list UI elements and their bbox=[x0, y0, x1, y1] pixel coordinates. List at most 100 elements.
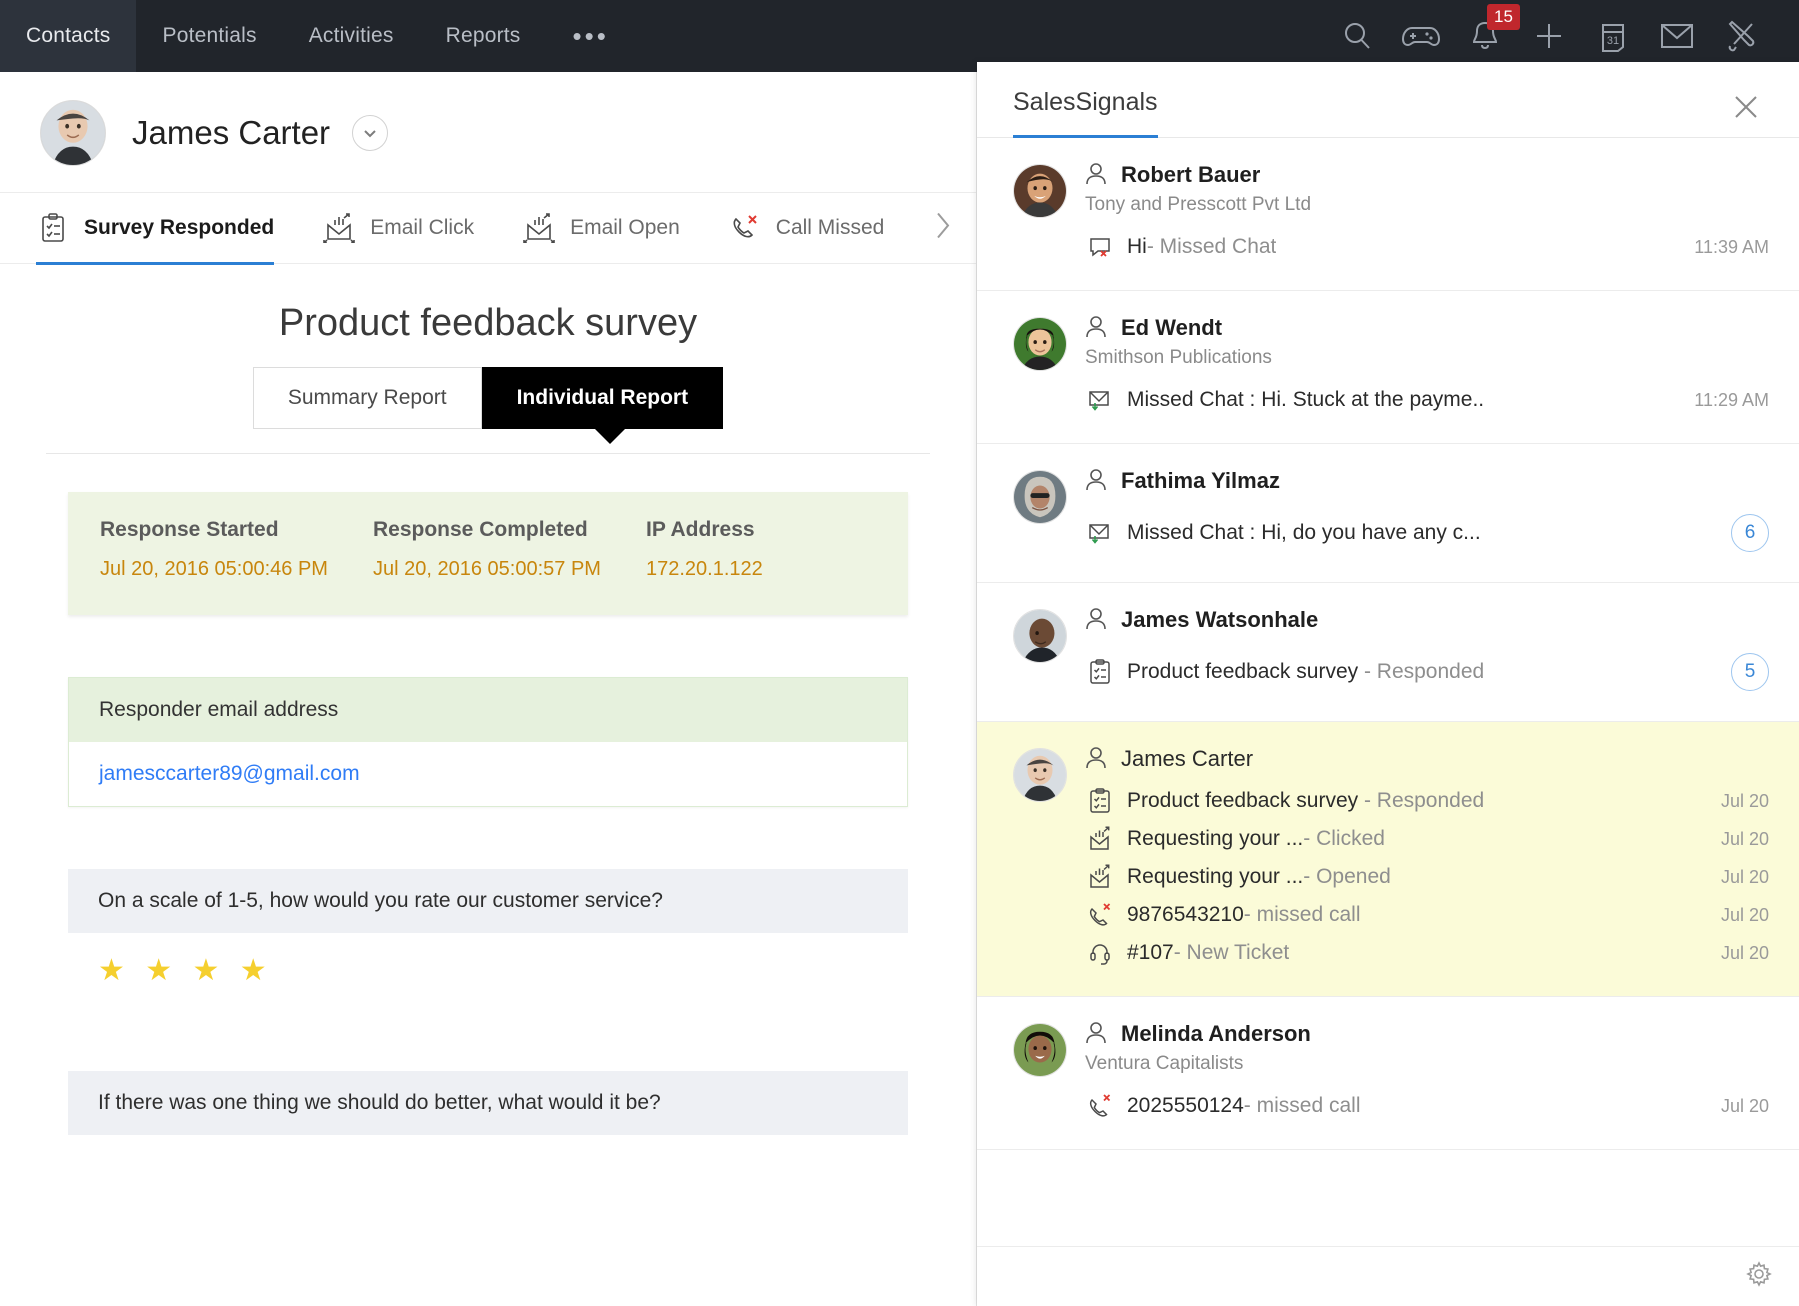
panel-title: SalesSignals bbox=[1013, 88, 1158, 138]
nav-item-contacts[interactable]: Contacts bbox=[0, 0, 136, 72]
email-in-icon bbox=[1085, 520, 1115, 546]
signal-body: Fathima Yilmaz Missed Chat : Hi, do you … bbox=[1085, 468, 1769, 558]
tab-label: Email Open bbox=[570, 216, 680, 240]
signal-line-right: Jul 20 bbox=[1703, 829, 1769, 850]
selected-tab-caret bbox=[594, 428, 626, 444]
avatar bbox=[1013, 164, 1067, 218]
signal-list: Robert Bauer Tony and Presscott Pvt Ltd … bbox=[977, 138, 1799, 1150]
signal-line-text: Product feedback survey - Responded bbox=[1127, 660, 1484, 684]
signal-time: Jul 20 bbox=[1721, 1096, 1769, 1117]
tab-email-click[interactable]: Email Click bbox=[322, 192, 474, 264]
signal-line[interactable]: Missed Chat : Hi, do you have any c... 6 bbox=[1085, 508, 1769, 558]
signal-time: 11:39 AM bbox=[1694, 237, 1769, 258]
signal-line[interactable]: #107- New Ticket Jul 20 bbox=[1085, 934, 1769, 972]
signal-line-suffix: - Responded bbox=[1358, 660, 1484, 683]
question-answer: jamesccarter89@gmail.com bbox=[69, 742, 907, 806]
list-item[interactable]: Melinda Anderson Ventura Capitalists 202… bbox=[977, 997, 1799, 1150]
call-missed-icon bbox=[728, 212, 762, 244]
signal-line[interactable]: Product feedback survey - Responded Jul … bbox=[1085, 782, 1769, 820]
question-answer: ★ ★ ★ ★ bbox=[68, 933, 908, 1009]
signal-line[interactable]: 9876543210- missed call Jul 20 bbox=[1085, 896, 1769, 934]
signal-line-main: 2025550124 bbox=[1127, 1094, 1244, 1117]
signal-time: Jul 20 bbox=[1721, 943, 1769, 964]
signal-line[interactable]: 2025550124- missed call Jul 20 bbox=[1085, 1087, 1769, 1125]
list-item[interactable]: Fathima Yilmaz Missed Chat : Hi, do you … bbox=[977, 444, 1799, 583]
email-open-icon bbox=[522, 212, 556, 244]
close-icon[interactable] bbox=[1727, 88, 1765, 131]
list-item[interactable]: Ed Wendt Smithson Publications Missed Ch… bbox=[977, 291, 1799, 444]
question-prompt: Responder email address bbox=[69, 678, 907, 742]
email-in-icon bbox=[1085, 387, 1115, 413]
individual-report-button[interactable]: Individual Report bbox=[482, 367, 724, 429]
tab-call-missed[interactable]: Call Missed bbox=[728, 192, 885, 264]
salessignals-panel: SalesSignals Robert Bau bbox=[977, 62, 1799, 1306]
signal-line-text: 9876543210- missed call bbox=[1127, 903, 1361, 927]
call-missed-icon bbox=[1085, 1093, 1115, 1119]
meta-label: Response Completed bbox=[373, 518, 646, 542]
tab-label: Email Click bbox=[370, 216, 474, 240]
chevron-down-icon[interactable] bbox=[352, 115, 388, 151]
tab-email-open[interactable]: Email Open bbox=[522, 192, 680, 264]
signal-person-name: Robert Bauer bbox=[1121, 162, 1260, 188]
signal-line-right: Jul 20 bbox=[1703, 943, 1769, 964]
person-icon bbox=[1085, 607, 1111, 633]
signal-name-row: James Carter bbox=[1085, 746, 1769, 772]
summary-report-button[interactable]: Summary Report bbox=[253, 367, 482, 429]
signal-person-name: James Carter bbox=[1121, 746, 1253, 772]
avatar bbox=[1013, 609, 1067, 663]
signal-org: Smithson Publications bbox=[1085, 347, 1769, 369]
signal-line[interactable]: Requesting your ...- Opened Jul 20 bbox=[1085, 858, 1769, 896]
signal-line-main: Product feedback survey bbox=[1127, 660, 1358, 683]
person-icon bbox=[1085, 162, 1111, 188]
signal-name-row: Fathima Yilmaz bbox=[1085, 468, 1769, 494]
panel-header: SalesSignals bbox=[977, 62, 1799, 138]
tabs-next-icon[interactable] bbox=[932, 206, 954, 251]
email-open-icon bbox=[1085, 864, 1115, 890]
signal-body: James Watsonhale Product feedback survey… bbox=[1085, 607, 1769, 697]
nav-item-activities[interactable]: Activities bbox=[283, 0, 420, 72]
signal-org: Tony and Presscott Pvt Ltd bbox=[1085, 194, 1769, 216]
response-meta-band: Response Started Jul 20, 2016 05:00:46 P… bbox=[68, 492, 908, 615]
signal-count-badge[interactable]: 5 bbox=[1731, 653, 1769, 691]
signal-line[interactable]: Requesting your ...- Clicked Jul 20 bbox=[1085, 820, 1769, 858]
svg-text:31: 31 bbox=[1607, 35, 1619, 47]
signal-body: James Carter Product feedback survey - R… bbox=[1085, 746, 1769, 972]
signal-line[interactable]: Hi- Missed Chat 11:39 AM bbox=[1085, 228, 1769, 266]
panel-footer bbox=[977, 1246, 1799, 1306]
avatar bbox=[1013, 470, 1067, 524]
meta-label: IP Address bbox=[646, 518, 876, 542]
list-item-selected[interactable]: James Carter Product feedback survey - R… bbox=[977, 722, 1799, 997]
signal-time: 11:29 AM bbox=[1694, 390, 1769, 411]
signal-line-right: 6 bbox=[1713, 514, 1769, 552]
avatar bbox=[1013, 1023, 1067, 1077]
signal-line-text: Hi- Missed Chat bbox=[1127, 235, 1276, 259]
signal-line-suffix: - Missed Chat bbox=[1147, 235, 1277, 258]
signal-time: Jul 20 bbox=[1721, 867, 1769, 888]
responder-email-link[interactable]: jamesccarter89@gmail.com bbox=[99, 762, 360, 785]
list-item[interactable]: James Watsonhale Product feedback survey… bbox=[977, 583, 1799, 722]
signal-body: Robert Bauer Tony and Presscott Pvt Ltd … bbox=[1085, 162, 1769, 266]
divider bbox=[46, 453, 930, 454]
signal-line-suffix: - Clicked bbox=[1303, 827, 1385, 850]
signal-name-row: Melinda Anderson bbox=[1085, 1021, 1769, 1047]
nav-item-reports[interactable]: Reports bbox=[420, 0, 547, 72]
report-toggle: Summary Report Individual Report bbox=[46, 367, 930, 429]
signal-count-badge[interactable]: 6 bbox=[1731, 514, 1769, 552]
signal-line[interactable]: Missed Chat : Hi. Stuck at the payme.. 1… bbox=[1085, 381, 1769, 419]
signal-name-row: Ed Wendt bbox=[1085, 315, 1769, 341]
tab-survey-responded[interactable]: Survey Responded bbox=[36, 192, 274, 264]
signal-line-right: Jul 20 bbox=[1703, 867, 1769, 888]
signal-line-suffix: - missed call bbox=[1244, 1094, 1361, 1117]
signal-line[interactable]: Product feedback survey - Responded 5 bbox=[1085, 647, 1769, 697]
nav-item-potentials[interactable]: Potentials bbox=[136, 0, 282, 72]
signal-line-suffix: - New Ticket bbox=[1174, 941, 1290, 964]
list-item[interactable]: Robert Bauer Tony and Presscott Pvt Ltd … bbox=[977, 138, 1799, 291]
ticket-icon bbox=[1085, 940, 1115, 966]
star-rating: ★ ★ ★ ★ bbox=[98, 953, 878, 989]
signal-body: Ed Wendt Smithson Publications Missed Ch… bbox=[1085, 315, 1769, 419]
signal-line-main: #107 bbox=[1127, 941, 1174, 964]
signal-time: Jul 20 bbox=[1721, 905, 1769, 926]
gear-icon[interactable] bbox=[1745, 1260, 1773, 1293]
signal-person-name: James Watsonhale bbox=[1121, 607, 1318, 633]
nav-more-button[interactable]: ••• bbox=[547, 0, 635, 72]
